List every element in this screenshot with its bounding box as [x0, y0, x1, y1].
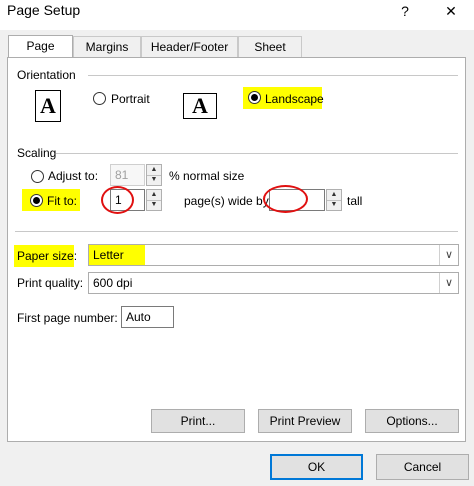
chevron-down-icon[interactable]: ∨ — [439, 273, 458, 293]
fit-tall-spinner[interactable]: ▲ ▼ — [326, 189, 342, 211]
scaling-divider — [56, 153, 458, 154]
adjust-percent-input[interactable]: 81 — [110, 164, 145, 186]
adjust-to-radio[interactable] — [31, 170, 44, 183]
close-button[interactable]: ✕ — [436, 0, 466, 26]
print-quality-value: 600 dpi — [93, 276, 133, 290]
paper-size-value: Letter — [93, 248, 124, 262]
section-divider — [15, 231, 458, 232]
chevron-down-icon[interactable]: ∨ — [439, 245, 458, 265]
annotation-circle-tall — [263, 185, 308, 213]
fit-tall-suffix: tall — [347, 194, 363, 208]
tab-page[interactable]: Page — [8, 35, 73, 59]
landscape-radio[interactable] — [248, 91, 261, 104]
options-button[interactable]: Options... — [365, 409, 459, 433]
annotation-circle-wide — [101, 186, 134, 214]
spin-down-icon[interactable]: ▼ — [147, 175, 161, 185]
window-title: Page Setup — [7, 2, 81, 18]
help-button[interactable]: ? — [390, 0, 420, 26]
first-page-label: First page number: — [17, 311, 118, 325]
adjust-percent-spinner[interactable]: ▲ ▼ — [146, 164, 162, 186]
portrait-label[interactable]: Portrait — [111, 92, 150, 106]
scaling-heading: Scaling — [17, 146, 57, 160]
tab-header-footer[interactable]: Header/Footer — [141, 36, 238, 57]
adjust-suffix: % normal size — [169, 169, 245, 183]
fit-wide-spinner[interactable]: ▲ ▼ — [146, 189, 162, 211]
orientation-divider — [88, 75, 458, 76]
spin-down-icon[interactable]: ▼ — [147, 200, 161, 210]
fit-to-radio[interactable] — [30, 194, 43, 207]
tab-sheet[interactable]: Sheet — [238, 36, 302, 57]
landscape-page-icon: A — [183, 93, 217, 119]
adjust-to-label[interactable]: Adjust to: — [48, 169, 98, 183]
print-button[interactable]: Print... — [151, 409, 245, 433]
print-quality-select[interactable]: 600 dpi ∨ — [88, 272, 459, 294]
portrait-radio[interactable] — [93, 92, 106, 105]
landscape-label[interactable]: Landscape — [265, 92, 324, 106]
ok-button[interactable]: OK — [270, 454, 363, 480]
orientation-heading: Orientation — [17, 68, 76, 82]
print-quality-label: Print quality: — [17, 276, 84, 290]
paper-size-select[interactable]: Letter ∨ — [88, 244, 459, 266]
title-bar: Page Setup ? ✕ — [0, 0, 474, 30]
fit-to-label[interactable]: Fit to: — [47, 194, 77, 208]
spin-down-icon[interactable]: ▼ — [327, 200, 341, 210]
print-preview-button[interactable]: Print Preview — [258, 409, 352, 433]
cancel-button[interactable]: Cancel — [376, 454, 469, 480]
fit-wide-suffix: page(s) wide by — [184, 194, 269, 208]
tab-margins[interactable]: Margins — [73, 36, 141, 57]
paper-size-label: Paper size: — [17, 249, 78, 263]
first-page-input[interactable]: Auto — [121, 306, 174, 328]
portrait-page-icon: A — [35, 90, 61, 122]
